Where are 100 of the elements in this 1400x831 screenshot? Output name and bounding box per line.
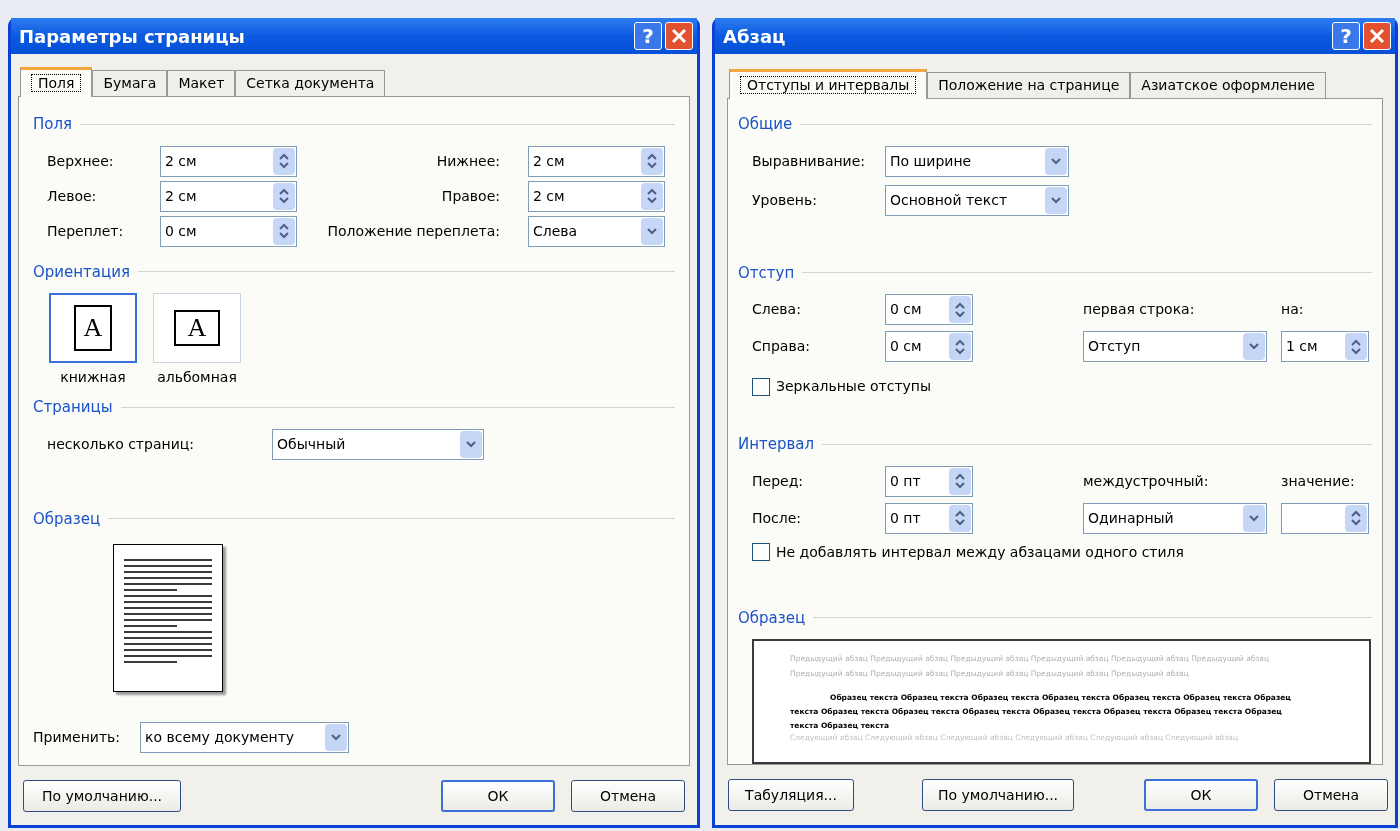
tab[interactable]: Макет — [167, 70, 236, 96]
spinner-button[interactable] — [273, 182, 295, 210]
field-label: Положение переплета: — [326, 221, 501, 241]
spinner-arrows-icon — [955, 338, 965, 355]
spinner-button[interactable] — [1345, 504, 1367, 532]
page-icon: A — [74, 305, 112, 351]
dropdown[interactable]: Основной текст — [885, 184, 1069, 216]
number-field[interactable]: 0 см — [160, 215, 297, 247]
field-label: Применить: — [33, 728, 122, 747]
number-field[interactable]: 1 см — [1281, 331, 1369, 362]
checkbox[interactable] — [752, 543, 770, 561]
field-label: Нижнее: — [435, 151, 501, 171]
checkbox-label: Не добавлять интервал между абзацами одного стиля — [776, 542, 1184, 562]
spinner-arrows-icon — [955, 301, 965, 318]
dropdown-arrow-button[interactable] — [1045, 147, 1067, 175]
field-label: на: — [1281, 300, 1305, 319]
spinner-arrows-icon — [279, 223, 289, 239]
dropdown[interactable]: Отступ — [1083, 331, 1267, 362]
checkbox[interactable] — [752, 377, 770, 396]
spinner-button[interactable] — [949, 296, 971, 323]
dialog-button[interactable]: Отмена — [1274, 779, 1388, 811]
number-field[interactable]: 2 см — [160, 145, 297, 177]
spinner-button[interactable] — [273, 217, 295, 245]
dropdown-arrow-button[interactable] — [1243, 504, 1265, 532]
dropdown[interactable]: Слева — [528, 215, 665, 247]
section-heading: Образец — [33, 508, 101, 530]
number-field[interactable]: 0 пт — [885, 502, 973, 534]
number-field[interactable]: 0 пт — [885, 465, 973, 497]
spinner-arrows-icon — [1351, 338, 1361, 355]
spinner-button[interactable] — [1345, 333, 1367, 360]
orientation-option[interactable]: A — [49, 293, 137, 363]
section-heading: Отступ — [738, 262, 795, 284]
spinner-button[interactable] — [641, 182, 663, 210]
field-label: Справа: — [752, 337, 811, 356]
tab[interactable]: Отступы и интервалы — [729, 69, 928, 99]
chevron-down-icon — [1051, 196, 1061, 204]
close-icon — [1369, 28, 1385, 44]
field-label: Перед: — [752, 471, 805, 491]
window-title: Абзац — [723, 24, 787, 49]
spinner-arrows-icon — [279, 153, 289, 169]
dropdown-arrow-button[interactable] — [1045, 186, 1067, 214]
option-label: альбомная — [157, 368, 237, 387]
field-label: значение: — [1281, 471, 1356, 491]
spinner-arrows-icon — [955, 473, 965, 489]
dropdown[interactable]: По ширине — [885, 145, 1069, 177]
dropdown-arrow-button[interactable] — [325, 724, 347, 751]
number-field[interactable] — [1281, 502, 1369, 534]
dropdown[interactable]: ко всему документу — [140, 722, 349, 753]
spinner-arrows-icon — [955, 510, 965, 526]
dropdown-arrow-button[interactable] — [641, 217, 663, 245]
number-field[interactable]: 2 см — [160, 180, 297, 212]
field-label: Левое: — [47, 186, 98, 206]
chevron-down-icon — [331, 734, 341, 741]
help-button[interactable]: ? — [634, 22, 662, 50]
spinner-button[interactable] — [949, 333, 971, 360]
field-label: Правое: — [440, 186, 501, 206]
spinner-button[interactable] — [949, 504, 971, 532]
spinner-button[interactable] — [641, 147, 663, 175]
option-label: книжная — [60, 368, 126, 387]
field-label: После: — [752, 508, 803, 528]
dropdown[interactable]: Одинарный — [1083, 502, 1267, 534]
number-field[interactable]: 2 см — [528, 180, 665, 212]
field-label: первая строка: — [1083, 300, 1196, 319]
field-label: Уровень: — [752, 190, 818, 210]
close-button[interactable] — [665, 22, 693, 50]
tab[interactable]: Положение на странице — [927, 72, 1131, 98]
dialog-button[interactable]: По умолчанию... — [922, 779, 1074, 811]
dialog-button[interactable]: Отмена — [571, 780, 685, 812]
spinner-arrows-icon — [1351, 510, 1361, 526]
dialog-button[interactable]: Табуляция... — [728, 779, 854, 811]
dropdown-arrow-button[interactable] — [460, 430, 482, 458]
window-title: Параметры страницы — [19, 24, 246, 49]
number-field[interactable]: 0 см — [885, 331, 973, 362]
field-label: междустрочный: — [1083, 471, 1210, 491]
dropdown-arrow-button[interactable] — [1243, 333, 1265, 360]
help-button[interactable]: ? — [1332, 22, 1360, 50]
tab[interactable]: Азиатское оформление — [1130, 72, 1326, 98]
chevron-down-icon — [1051, 157, 1061, 165]
dialog-button[interactable]: ОК — [441, 780, 555, 812]
tab[interactable]: Бумага — [92, 70, 168, 96]
spinner-button[interactable] — [273, 147, 295, 175]
dialog-button[interactable]: По умолчанию... — [23, 780, 181, 812]
orientation-option[interactable]: A — [153, 293, 241, 363]
section-heading: Образец — [738, 607, 806, 629]
chevron-down-icon — [1249, 343, 1259, 350]
dropdown[interactable]: Обычный — [272, 428, 484, 460]
spinner-arrows-icon — [647, 153, 657, 169]
checkbox-label: Зеркальные отступы — [776, 377, 932, 396]
section-heading: Ориентация — [33, 261, 131, 283]
field-label: Выравнивание: — [752, 151, 867, 171]
spinner-button[interactable] — [949, 467, 971, 495]
tab[interactable]: Поля — [20, 67, 93, 97]
field-label: Верхнее: — [47, 151, 115, 171]
section-heading: Общие — [738, 114, 793, 135]
number-field[interactable]: 0 см — [885, 294, 973, 325]
number-field[interactable]: 2 см — [528, 145, 665, 177]
section-heading: Страницы — [33, 397, 113, 418]
close-button[interactable] — [1363, 22, 1391, 50]
dialog-button[interactable]: ОК — [1144, 779, 1258, 811]
tab[interactable]: Сетка документа — [235, 70, 386, 96]
